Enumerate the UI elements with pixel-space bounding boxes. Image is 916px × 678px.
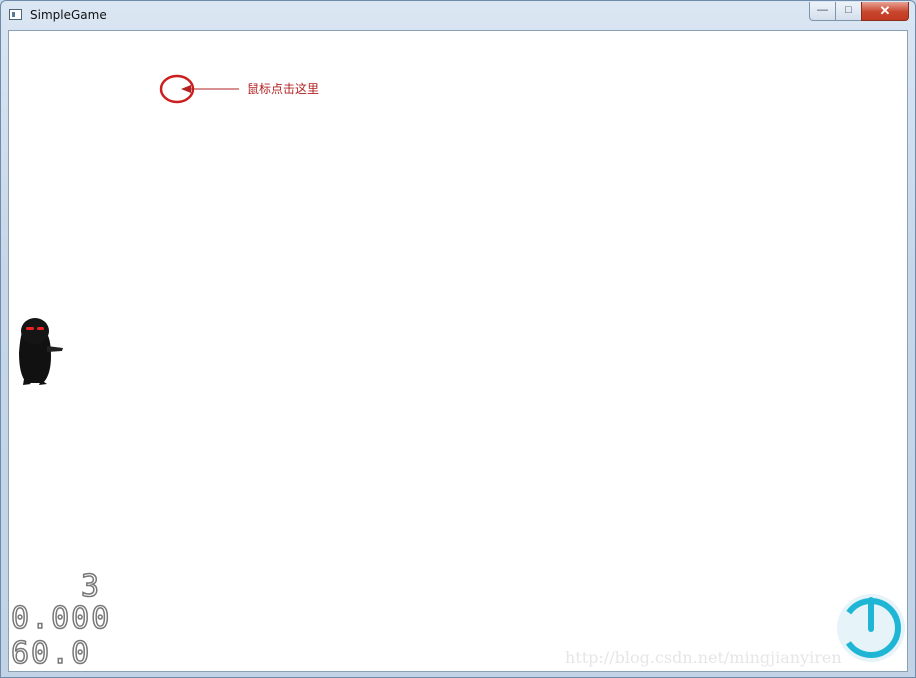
hud-count: 3 <box>80 568 102 605</box>
watermark: http://blog.csdn.net/mingjianyiren <box>565 648 842 667</box>
app-icon <box>9 9 22 20</box>
title-bar[interactable]: SimpleGame — □ ✕ <box>1 1 915 29</box>
hint-label: 鼠标点击这里 <box>247 82 320 96</box>
maximize-button[interactable]: □ <box>835 2 862 21</box>
hint-arrow-icon <box>181 85 239 93</box>
game-canvas[interactable]: 鼠标点击这里 3 0.000 60.0 http://blog.csdn.net… <box>8 30 908 672</box>
hud-time: 0.000 <box>10 600 112 637</box>
scene-layer <box>19 74 905 662</box>
app-window: SimpleGame — □ ✕ 鼠标点击这里 3 0.000 60.0 htt… <box>0 0 916 678</box>
ninja-sprite-icon <box>19 318 63 385</box>
power-button[interactable] <box>837 594 905 662</box>
window-title: SimpleGame <box>30 8 107 22</box>
minimize-button[interactable]: — <box>809 2 836 21</box>
close-button[interactable]: ✕ <box>861 2 909 21</box>
hud-fps: 60.0 <box>10 635 92 671</box>
